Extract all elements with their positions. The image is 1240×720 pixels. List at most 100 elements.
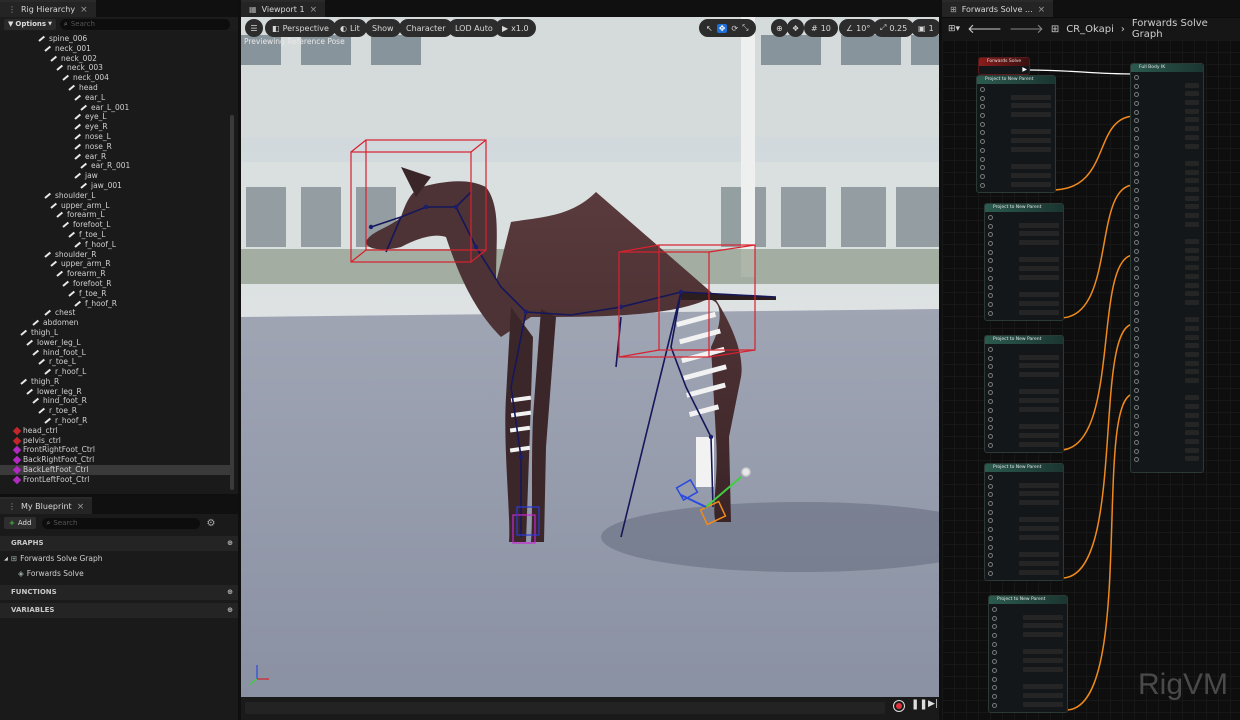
project-node-pin-row[interactable] [985,489,1063,498]
hierarchy-bone-item[interactable]: f_toe_R [0,289,232,299]
project-node-pin-row[interactable] [985,524,1063,533]
project-to-new-parent-node[interactable]: Project to New Parent [984,463,1064,581]
add-function-icon[interactable]: ⊕ [227,585,233,600]
hierarchy-control-item[interactable]: BackLeftFoot_Ctrl [0,465,232,475]
tab-forwards-solve[interactable]: ⊞ Forwards Solve ... × [942,0,1054,17]
project-node-pin-row[interactable] [985,264,1063,273]
camera-speed-button[interactable]: ▣ 1 [911,19,939,37]
project-node-pin-row[interactable] [985,221,1063,230]
fbik-pin-row[interactable] [1131,376,1203,385]
translate-icon[interactable]: ✥ [716,23,728,33]
fbik-pin-row[interactable] [1131,272,1203,281]
hierarchy-control-item[interactable]: BackRightFoot_Ctrl [0,455,232,465]
grid-snap-button[interactable]: # 10 [804,19,838,37]
rotate-icon[interactable]: ⟳ [731,24,738,33]
project-node-pin-row[interactable] [985,542,1063,551]
hierarchy-bone-item[interactable]: shoulder_R [0,250,232,260]
fbik-pin-row[interactable] [1131,220,1203,229]
project-node-pin-row[interactable] [985,344,1063,353]
close-icon[interactable]: × [310,5,318,15]
project-to-new-parent-node[interactable]: Project to New Parent [988,595,1068,713]
fbik-pin-row[interactable] [1131,89,1203,98]
graph-item[interactable]: ◢ ⊞ Forwards Solve Graph [4,554,102,563]
hierarchy-bone-item[interactable]: jaw [0,171,232,181]
hierarchy-bone-item[interactable]: spine_006 [0,34,232,44]
show-button[interactable]: Show [365,19,401,37]
close-icon[interactable]: × [77,502,85,512]
fbik-pin-row[interactable] [1131,359,1203,368]
hierarchy-bone-item[interactable]: nose_R [0,142,232,152]
hierarchy-bone-item[interactable]: f_hoof_R [0,299,232,309]
select-icon[interactable]: ↖ [706,24,713,33]
fbik-pin-row[interactable] [1131,202,1203,211]
play-rate-button[interactable]: ▶ x1.0 [495,19,536,37]
surface-snap-button[interactable]: ❖ [787,19,805,37]
fbik-pin-row[interactable] [1131,150,1203,159]
project-node-pin-row[interactable] [985,515,1063,524]
project-node-pin-row[interactable] [985,422,1063,431]
character-button[interactable]: Character [399,19,453,37]
fbik-pin-row[interactable] [1131,254,1203,263]
perspective-button[interactable]: ◧ Perspective [265,19,336,37]
add-button[interactable]: + Add [4,517,37,529]
project-node-pin-row[interactable] [977,180,1055,189]
project-node-pin-row[interactable] [989,621,1067,630]
lod-button[interactable]: LOD Auto [448,19,500,37]
hierarchy-bone-item[interactable]: forefoot_R [0,279,232,289]
timeline-track[interactable] [245,702,885,714]
project-to-new-parent-node[interactable]: Project to New Parent [984,203,1064,321]
fbik-pin-row[interactable] [1131,72,1203,81]
hierarchy-bone-item[interactable]: chest [0,308,232,318]
fbik-pin-row[interactable] [1131,428,1203,437]
hierarchy-bone-item[interactable]: thigh_L [0,328,232,338]
project-node-pin-row[interactable] [985,481,1063,490]
tab-rig-hierarchy[interactable]: ⋮ Rig Hierarchy × [0,0,96,17]
project-to-new-parent-node[interactable]: Project to New Parent [976,75,1056,193]
hierarchy-bone-item[interactable]: ear_R_001 [0,161,232,171]
project-node-pin-row[interactable] [989,613,1067,622]
forward-arrow-icon[interactable]: 🡒 [1009,21,1044,37]
hierarchy-bone-item[interactable]: neck_002 [0,54,232,64]
hierarchy-bone-item[interactable]: shoulder_L [0,191,232,201]
fbik-pin-row[interactable] [1131,402,1203,411]
graph-canvas[interactable]: Forwards Solve ▶ Full Body IK Project to… [942,40,1240,720]
fbik-pin-row[interactable] [1131,289,1203,298]
fbik-pin-row[interactable] [1131,341,1203,350]
project-node-pin-row[interactable] [985,379,1063,388]
fbik-pin-row[interactable] [1131,420,1203,429]
fbik-pin-row[interactable] [1131,159,1203,168]
hierarchy-bone-item[interactable]: neck_003 [0,63,232,73]
hierarchy-bone-item[interactable]: f_toe_L [0,230,232,240]
project-node-pin-row[interactable] [985,370,1063,379]
fbik-pin-row[interactable] [1131,324,1203,333]
project-node-pin-row[interactable] [977,110,1055,119]
project-node-pin-row[interactable] [977,154,1055,163]
functions-section-header[interactable]: FUNCTIONS ⊕ [0,585,238,600]
hierarchy-search-input[interactable]: ⌕ Search [59,18,230,30]
project-node-pin-row[interactable] [985,247,1063,256]
project-node-pin-row[interactable] [985,299,1063,308]
project-node-pin-row[interactable] [985,282,1063,291]
world-local-button[interactable]: ⊕ [771,19,788,37]
hierarchy-bone-item[interactable]: neck_004 [0,73,232,83]
hierarchy-bone-item[interactable]: ear_L_001 [0,103,232,113]
add-graph-icon[interactable]: ⊕ [227,536,233,551]
fbik-pin-row[interactable] [1131,107,1203,116]
options-button[interactable]: ▼ Options ▼ [4,18,56,30]
hierarchy-bone-item[interactable]: eye_L [0,112,232,122]
fbik-pin-row[interactable] [1131,168,1203,177]
fbik-pin-row[interactable] [1131,185,1203,194]
project-node-pin-row[interactable] [985,229,1063,238]
fbik-pin-row[interactable] [1131,142,1203,151]
close-icon[interactable]: × [80,5,88,15]
breadcrumb-graph[interactable]: Forwards Solve Graph [1132,18,1240,40]
hierarchy-bone-item[interactable]: lower_leg_R [0,387,232,397]
fbik-pin-row[interactable] [1131,246,1203,255]
project-node-pin-row[interactable] [985,431,1063,440]
project-node-pin-row[interactable] [977,127,1055,136]
fbik-pin-row[interactable] [1131,350,1203,359]
project-node-pin-row[interactable] [977,162,1055,171]
project-node-pin-row[interactable] [977,119,1055,128]
project-node-pin-row[interactable] [977,136,1055,145]
project-node-pin-row[interactable] [989,691,1067,700]
